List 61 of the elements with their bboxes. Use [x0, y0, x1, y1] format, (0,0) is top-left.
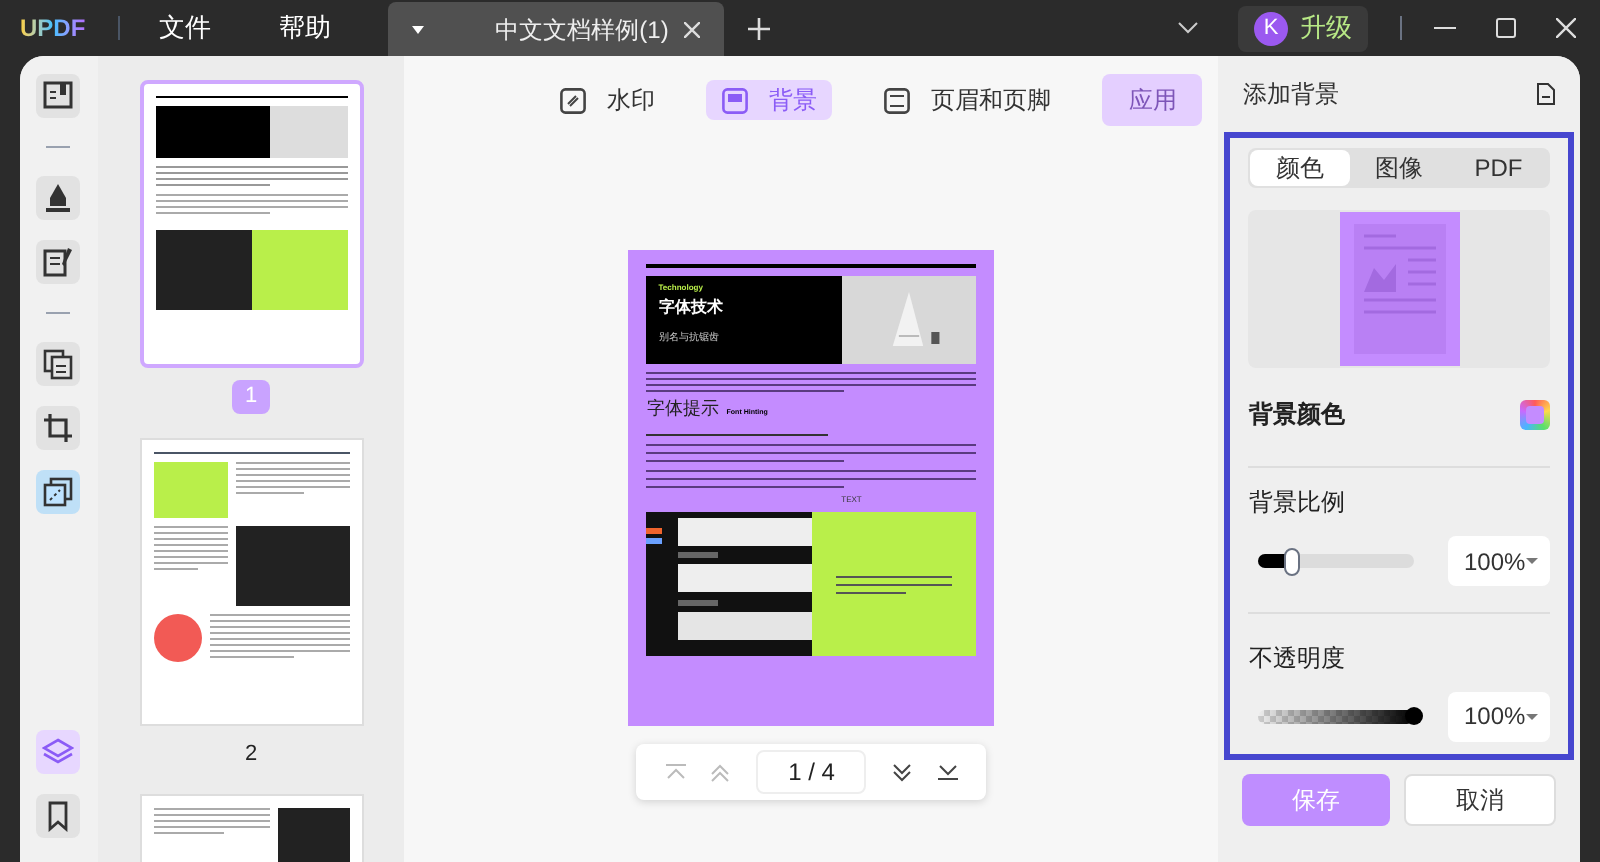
- slider-label: 背景比例: [1248, 486, 1347, 521]
- book-icon: [42, 80, 75, 112]
- bookmark-icon: [44, 800, 73, 832]
- page-number: 1: [232, 380, 270, 413]
- toolbar-tab[interactable]: 水印: [544, 80, 671, 120]
- tool-rail-button[interactable]: [36, 406, 81, 450]
- pages-icon: [42, 348, 75, 380]
- next-page-icon[interactable]: [892, 763, 913, 781]
- menu-item[interactable]: 帮助: [279, 8, 332, 48]
- crop-icon: [42, 412, 75, 444]
- cancel-button[interactable]: 取消: [1404, 774, 1556, 826]
- toolbar-tab[interactable]: 页眉和页脚: [868, 80, 1067, 120]
- add-tab-icon[interactable]: [747, 17, 770, 39]
- chevron-down-icon[interactable]: [1178, 22, 1198, 34]
- upgrade-label: 升级: [1300, 10, 1352, 47]
- close-icon[interactable]: [683, 21, 700, 37]
- close-icon[interactable]: [1556, 18, 1576, 38]
- slider-thumb[interactable]: [1283, 547, 1300, 576]
- fit-width-icon[interactable]: [1536, 82, 1556, 106]
- page-thumbnail[interactable]: [139, 794, 364, 862]
- caret-icon: [1525, 713, 1538, 720]
- background-icon: [722, 87, 749, 113]
- watermark-icon: [560, 87, 587, 113]
- page-thumbnail[interactable]: [139, 80, 364, 368]
- layers-icon: [42, 736, 75, 768]
- highlighter-icon: [42, 182, 75, 214]
- tool-rail-button[interactable]: [36, 240, 81, 284]
- page-thumbnail[interactable]: [139, 437, 364, 725]
- caret-icon: [411, 25, 424, 33]
- tab-title: 中文文档样例(1): [495, 13, 669, 47]
- page-number: 2: [242, 739, 260, 769]
- tool-rail-button[interactable]: [36, 794, 81, 838]
- tool-rail-button[interactable]: [36, 342, 81, 386]
- page-title: 字体技术: [658, 300, 725, 316]
- panel-title: 添加背景: [1242, 78, 1339, 112]
- page-number-field[interactable]: 1 / 4: [756, 750, 867, 794]
- tool-rail-button[interactable]: [36, 470, 81, 514]
- background-color-label: 背景颜色: [1248, 398, 1345, 433]
- segment-tab[interactable]: PDF: [1448, 150, 1549, 186]
- section-heading: 字体提示: [646, 400, 719, 418]
- percent-dropdown[interactable]: 100%: [1448, 691, 1550, 742]
- maximize-icon[interactable]: [1496, 18, 1516, 38]
- tool-rail-button[interactable]: [36, 176, 81, 220]
- last-page-icon[interactable]: [937, 764, 958, 780]
- minimize-icon[interactable]: [1434, 26, 1456, 30]
- segment-tab[interactable]: 颜色: [1250, 150, 1350, 186]
- watermark-pages-icon: [42, 476, 75, 508]
- caret-icon: [1525, 558, 1538, 565]
- document-tab[interactable]: 中文文档样例(1): [387, 2, 724, 56]
- segment-tab[interactable]: 图像: [1349, 150, 1449, 186]
- upgrade-button[interactable]: K 升级: [1238, 5, 1368, 51]
- slider-label: 不透明度: [1248, 641, 1347, 676]
- header-footer-icon: [884, 87, 911, 113]
- slider-thumb[interactable]: [1405, 707, 1423, 726]
- percent-dropdown[interactable]: 100%: [1448, 536, 1550, 587]
- color-picker-button[interactable]: [1520, 399, 1550, 430]
- user-avatar: K: [1254, 11, 1288, 45]
- document-page-icon: [1339, 212, 1460, 367]
- edit-document-icon: [42, 246, 75, 278]
- tool-rail-button[interactable]: [36, 74, 81, 118]
- menu-item[interactable]: 文件: [159, 8, 212, 48]
